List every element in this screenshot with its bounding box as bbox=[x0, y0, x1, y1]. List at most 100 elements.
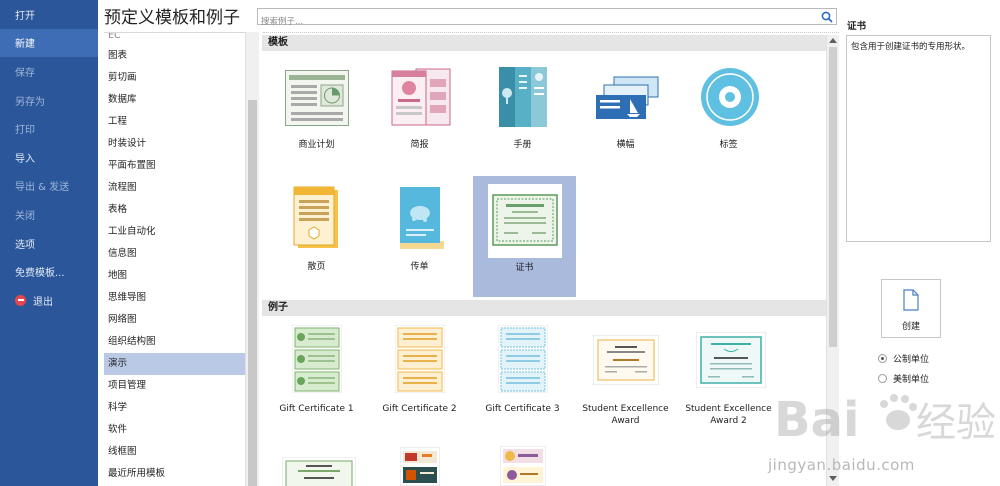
metric-units-option[interactable]: 公制单位 bbox=[878, 351, 929, 365]
certificate-thumbnail bbox=[488, 184, 562, 258]
category-item[interactable]: 网络图 bbox=[104, 309, 245, 331]
template-tile-newsletter[interactable]: 简报 bbox=[368, 55, 471, 175]
category-item[interactable]: 剪切画 bbox=[104, 67, 245, 89]
category-item[interactable]: EC bbox=[104, 33, 245, 45]
category-item[interactable]: 线框图 bbox=[104, 441, 245, 463]
gift-certificate-1-thumbnail bbox=[292, 325, 342, 393]
nav-label: 退出 bbox=[33, 296, 53, 308]
nav-close[interactable]: 关闭 bbox=[0, 200, 98, 229]
nav-label: 保存 bbox=[15, 67, 35, 79]
tile-label: Gift Certificate 1 bbox=[279, 404, 354, 414]
nav-print[interactable]: 打印 bbox=[0, 114, 98, 143]
nav-save-as[interactable]: 另存为 bbox=[0, 86, 98, 115]
scroll-down-icon[interactable] bbox=[829, 476, 837, 481]
templates-section-header: 模板 bbox=[262, 35, 827, 51]
create-button[interactable]: 创建 bbox=[881, 279, 941, 338]
tile-label: 横幅 bbox=[616, 140, 635, 150]
leaflet-thumbnail bbox=[400, 187, 444, 249]
template-tile-brochure[interactable]: 手册 bbox=[471, 55, 574, 175]
example-tile-voucher-partial[interactable] bbox=[471, 445, 574, 486]
template-tile-business-plan[interactable]: 商业计划 bbox=[265, 55, 368, 175]
example-tile-certificate-partial[interactable] bbox=[265, 445, 368, 486]
radio-label: 公制单位 bbox=[893, 354, 930, 365]
category-item-selected[interactable]: 演示 bbox=[104, 353, 245, 375]
create-button-label: 创建 bbox=[901, 322, 920, 332]
category-item[interactable]: 工程 bbox=[104, 111, 245, 133]
template-tile-leaflet[interactable]: 传单 bbox=[368, 176, 471, 297]
tile-label: 标签 bbox=[719, 140, 738, 150]
category-item[interactable]: 流程图 bbox=[104, 177, 245, 199]
category-item[interactable]: 科学 bbox=[104, 397, 245, 419]
category-item[interactable]: 地图 bbox=[104, 265, 245, 287]
category-item[interactable]: 数据库 bbox=[104, 89, 245, 111]
nav-import[interactable]: 导入 bbox=[0, 143, 98, 172]
page-title: 预定义模板和例子 bbox=[104, 8, 240, 28]
app-window: 打开 新建 保存 另存为 打印 导入 导出 & 发送 关闭 选项 免费模板...… bbox=[0, 0, 1000, 486]
nav-label: 免费模板... bbox=[15, 268, 65, 280]
template-gallery: 模板 商业计划 简报 手册 横幅 标签 散页 传单 证书 例子 Gift Cer… bbox=[262, 35, 827, 486]
category-item[interactable]: 表格 bbox=[104, 199, 245, 221]
category-item[interactable]: 软件 bbox=[104, 419, 245, 441]
nav-open[interactable]: 打开 bbox=[0, 0, 98, 29]
nav-free-templates[interactable]: 免费模板... bbox=[0, 257, 98, 286]
flyer-page-thumbnail bbox=[293, 186, 338, 248]
radio-metric[interactable] bbox=[878, 353, 887, 363]
gift-certificate-3-thumbnail bbox=[498, 325, 548, 393]
tile-label: Gift Certificate 3 bbox=[485, 404, 560, 414]
template-tile-certificate[interactable]: 证书 bbox=[473, 176, 576, 297]
us-units-option[interactable]: 美制单位 bbox=[878, 371, 929, 385]
business-plan-thumbnail bbox=[285, 70, 349, 126]
brochure-thumbnail bbox=[499, 67, 547, 127]
nav-save[interactable]: 保存 bbox=[0, 57, 98, 86]
nav-export-send[interactable]: 导出 & 发送 bbox=[0, 172, 98, 201]
category-list: EC 图表 剪切画 数据库 工程 时装设计 平面布置图 流程图 表格 工业自动化… bbox=[104, 32, 259, 486]
category-item[interactable]: 时装设计 bbox=[104, 133, 245, 155]
category-item[interactable]: 项目管理 bbox=[104, 375, 245, 397]
tile-label: 手册 bbox=[513, 140, 532, 150]
gallery-scrollbar[interactable] bbox=[826, 35, 839, 486]
scrollbar-thumb[interactable] bbox=[829, 47, 837, 347]
exit-icon bbox=[15, 294, 26, 306]
radio-us[interactable] bbox=[878, 373, 887, 383]
category-item[interactable]: 图表 bbox=[104, 45, 245, 67]
divider bbox=[263, 32, 839, 33]
category-item[interactable]: 组织结构图 bbox=[104, 331, 245, 353]
category-scrollbar[interactable] bbox=[245, 32, 259, 486]
category-item[interactable]: 信息图 bbox=[104, 243, 245, 265]
template-tile-flyer-page[interactable]: 散页 bbox=[265, 176, 368, 297]
new-document-icon bbox=[903, 289, 919, 311]
template-tile-label[interactable]: 标签 bbox=[677, 55, 780, 175]
template-tile-banner[interactable]: 横幅 bbox=[574, 55, 677, 175]
nav-label: 选项 bbox=[15, 239, 35, 251]
example-tile-gift-certificate-2[interactable]: Gift Certificate 2 bbox=[368, 320, 471, 420]
search-box bbox=[257, 8, 837, 30]
example-tile-gift-certificate-1[interactable]: Gift Certificate 1 bbox=[265, 320, 368, 420]
tile-label: 散页 bbox=[307, 262, 326, 272]
student-award-2-thumbnail bbox=[696, 332, 766, 388]
category-item[interactable]: 工业自动化 bbox=[104, 221, 245, 243]
tile-label: Student Excellence Award 2 bbox=[685, 404, 772, 426]
category-item[interactable]: 平面布置图 bbox=[104, 155, 245, 177]
tile-label: Gift Certificate 2 bbox=[382, 404, 457, 414]
search-input[interactable] bbox=[258, 14, 813, 30]
banner-thumbnail bbox=[596, 76, 659, 119]
example-thumbnail bbox=[282, 457, 356, 486]
example-tile-gift-certificate-3[interactable]: Gift Certificate 3 bbox=[471, 320, 574, 420]
detail-description-box: 包含用于创建证书的专用形状。 bbox=[846, 35, 991, 242]
nav-label: 打开 bbox=[15, 10, 35, 22]
category-item[interactable]: 思维导图 bbox=[104, 287, 245, 309]
nav-label: 导入 bbox=[15, 153, 35, 165]
example-tile-coupon-partial[interactable] bbox=[368, 445, 471, 486]
svg-text:经验: 经验 bbox=[916, 400, 996, 446]
nav-new[interactable]: 新建 bbox=[0, 28, 98, 58]
scroll-up-icon[interactable] bbox=[829, 38, 837, 43]
example-thumbnail bbox=[400, 447, 440, 486]
nav-exit[interactable]: 退出 bbox=[0, 286, 98, 315]
search-icon[interactable] bbox=[821, 11, 833, 23]
nav-options[interactable]: 选项 bbox=[0, 229, 98, 258]
cd-label-thumbnail bbox=[701, 68, 759, 126]
example-tile-student-excellence-award-2[interactable]: Student Excellence Award 2 bbox=[677, 320, 780, 426]
category-item[interactable]: 最近所用模板 bbox=[104, 463, 245, 485]
scrollbar-thumb[interactable] bbox=[248, 100, 257, 486]
example-tile-student-excellence-award[interactable]: Student Excellence Award bbox=[574, 320, 677, 426]
